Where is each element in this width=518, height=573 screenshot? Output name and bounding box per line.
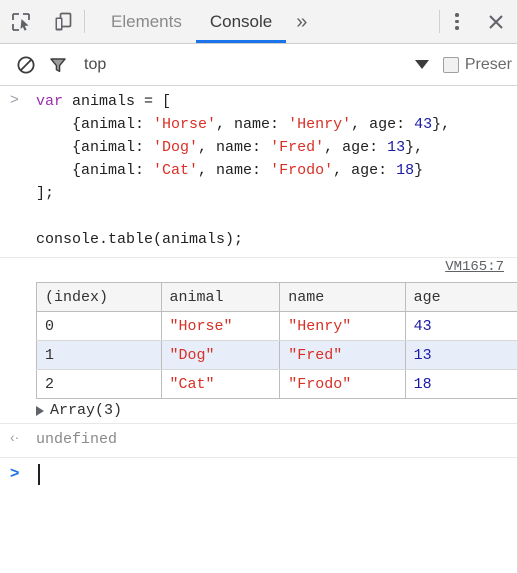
filterbar-right: Preser [414, 55, 512, 74]
execution-context-selector[interactable]: top [84, 56, 106, 74]
tab-elements[interactable]: Elements [97, 0, 196, 43]
table-header-cell[interactable]: name [279, 282, 406, 312]
tabbar-right-actions [439, 0, 518, 43]
tab-console-label: Console [209, 11, 273, 31]
result-arrow-icon: ‹· [10, 429, 20, 445]
more-tabs-icon[interactable]: » [286, 0, 317, 43]
table-cell-name: "Frodo" [279, 369, 406, 399]
table-row[interactable]: 0 "Horse" "Henry" 43 [36, 311, 518, 341]
inspect-element-icon[interactable] [0, 0, 42, 43]
more-tabs-label: » [296, 10, 308, 33]
console-table: (index) animal name age 0 "Horse" "Henry" 43 1 "… [36, 282, 518, 399]
input-prompt-chevron: > [10, 91, 19, 108]
code-token: {animal: [36, 139, 154, 156]
code-token: }, [405, 139, 424, 156]
console-filterbar: top Preser [0, 44, 518, 86]
preserve-log-label: Preser [464, 55, 512, 73]
code-token: , age: [324, 139, 388, 156]
code-token: , name: [198, 162, 271, 179]
device-toolbar-icon[interactable] [42, 0, 84, 43]
code-token: ]; [36, 185, 55, 202]
chevron-right-icon [36, 405, 44, 416]
code-token: 18 [396, 162, 415, 179]
console-input-entry: > var animals = [ {animal: 'Horse', name… [0, 86, 518, 258]
table-cell-index: 1 [36, 340, 162, 370]
code-token: 'Horse' [153, 116, 217, 133]
preserve-log-checkbox[interactable] [442, 56, 459, 73]
table-cell-animal: "Dog" [161, 340, 281, 370]
code-token: 'Henry' [288, 116, 352, 133]
code-token: var [36, 93, 64, 110]
table-cell-index: 2 [36, 369, 162, 399]
console-table-body: 0 "Horse" "Henry" 43 1 "Dog" "Fred" 13 2 "Cat" "Fr… [36, 311, 518, 399]
code-token: {animal: [36, 162, 154, 179]
chevron-down-icon[interactable] [414, 60, 429, 69]
table-cell-animal: "Cat" [161, 369, 281, 399]
code-token: 'Frodo' [270, 162, 334, 179]
table-header-row: (index) animal name age [36, 282, 518, 312]
table-header-cell[interactable]: (index) [36, 282, 162, 312]
source-link[interactable]: VM165:7 [445, 259, 504, 275]
close-icon[interactable] [474, 0, 518, 43]
table-row[interactable]: 1 "Dog" "Fred" 13 [36, 340, 518, 370]
code-token: }, [432, 116, 451, 133]
table-cell-age: 18 [413, 375, 432, 393]
table-cell-name: "Henry" [279, 311, 406, 341]
console-result-value: undefined [36, 431, 118, 448]
code-token: , name: [198, 139, 271, 156]
console-table-head: (index) animal name age [36, 282, 518, 312]
table-cell-name: "Fred" [279, 340, 406, 370]
clear-console-icon[interactable] [10, 55, 42, 75]
console-prompt-row[interactable]: > [0, 458, 518, 502]
more-options-icon[interactable] [440, 0, 474, 43]
text-cursor [38, 464, 40, 485]
array-expander[interactable]: Array(3) [36, 402, 518, 419]
filter-icon[interactable] [42, 55, 74, 75]
toolbar-divider [84, 10, 85, 33]
code-token: , age: [333, 162, 397, 179]
console-result-entry: ‹· undefined [0, 424, 518, 458]
console-table-entry: VM165:7 (index) animal name age 0 "Horse" "He… [0, 258, 518, 424]
table-cell-index: 0 [36, 311, 162, 341]
array-expander-label: Array(3) [50, 402, 123, 419]
devtools-tabbar: Elements Console » [0, 0, 518, 44]
code-token: {animal: [36, 116, 154, 133]
code-token: 13 [387, 139, 406, 156]
console-body[interactable]: > var animals = [ {animal: 'Horse', name… [0, 86, 518, 573]
execution-context-label: top [84, 55, 107, 73]
code-token: animals = [ [63, 93, 172, 110]
code-token: , age: [351, 116, 415, 133]
console-input-code[interactable]: var animals = [ {animal: 'Horse', name: … [36, 90, 506, 251]
code-token: 'Dog' [153, 139, 199, 156]
table-cell-age: 43 [405, 311, 518, 341]
code-token: 'Fred' [270, 139, 325, 156]
table-cell-age: 13 [405, 340, 518, 370]
code-token: , name: [216, 116, 289, 133]
table-row[interactable]: 2 "Cat" "Frodo" 18 [36, 369, 518, 399]
code-token: 'Cat' [153, 162, 199, 179]
table-cell-animal: "Horse" [161, 311, 281, 341]
tab-console[interactable]: Console [195, 0, 287, 43]
code-token: console.table(animals); [36, 231, 244, 248]
prompt-chevron-icon: > [10, 465, 20, 482]
tab-elements-label: Elements [111, 11, 182, 31]
code-token: 43 [414, 116, 433, 133]
table-header-cell[interactable]: animal [161, 282, 281, 312]
panel-tabs: Elements Console » [97, 0, 317, 43]
code-token: } [414, 162, 424, 179]
table-header-cell[interactable]: age [405, 282, 518, 312]
